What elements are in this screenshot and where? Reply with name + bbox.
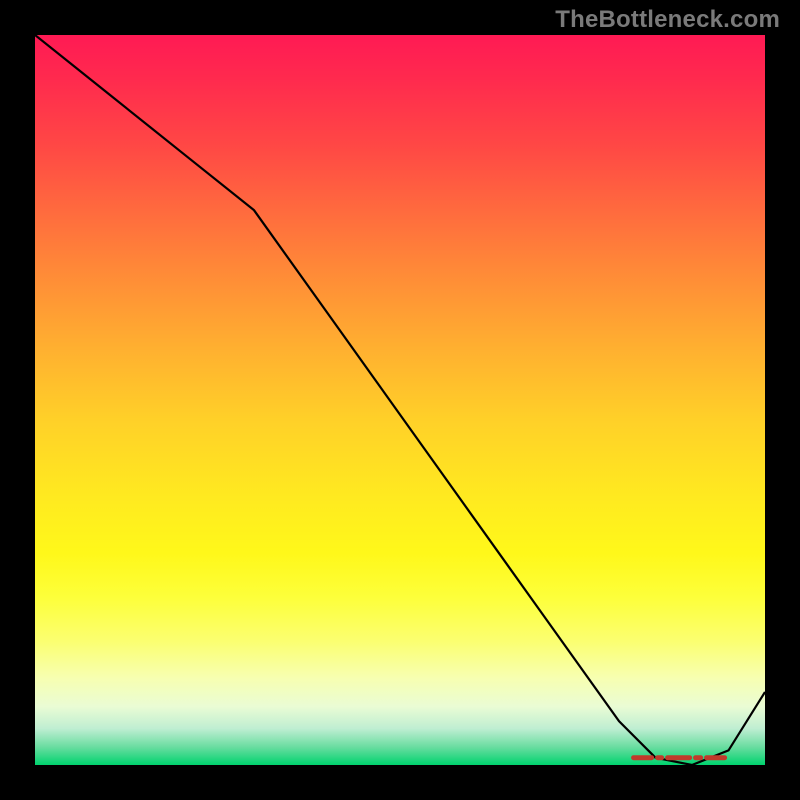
plot-area: [35, 35, 765, 765]
bottleneck-curve: [35, 35, 765, 765]
watermark-text: TheBottleneck.com: [555, 6, 780, 34]
chart-stage: TheBottleneck.com: [0, 0, 800, 800]
chart-overlay: [35, 35, 765, 765]
